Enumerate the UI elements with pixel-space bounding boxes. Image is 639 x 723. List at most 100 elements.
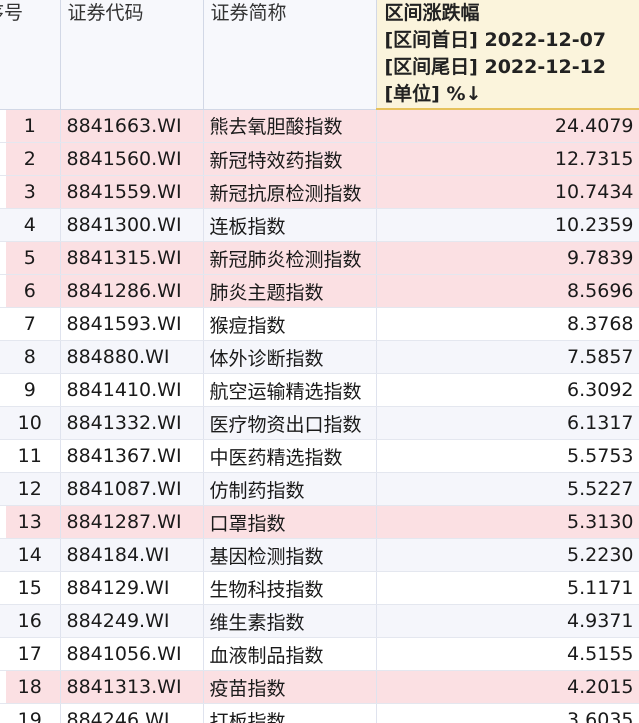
change-header-title: 区间涨跌幅	[384, 2, 480, 24]
table-row[interactable]: 2 8841560.WI 新冠特效药指数 12.7315	[0, 142, 639, 176]
cell-name: 基因检测指数	[203, 538, 377, 572]
cell-name: 血液制品指数	[203, 637, 377, 671]
cell-change: 6.1317	[376, 406, 639, 440]
cell-seq: 8	[0, 340, 61, 374]
cell-change: 8.3768	[376, 307, 639, 341]
cell-name: 新冠特效药指数	[203, 142, 377, 176]
cell-code: 8841286.WI	[60, 274, 204, 308]
column-header-seq-label: 序号	[0, 2, 24, 24]
cell-name: 口罩指数	[203, 505, 377, 539]
cell-seq: 4	[0, 208, 61, 242]
cell-code: 884246.WI	[60, 703, 204, 723]
cell-change: 8.5696	[376, 274, 639, 308]
cell-seq: 2	[0, 142, 61, 176]
cell-code: 884249.WI	[60, 604, 204, 638]
table-row[interactable]: 4 8841300.WI 连板指数 10.2359	[0, 208, 639, 242]
table-row[interactable]: 1 8841663.WI 熊去氧胆酸指数 24.4079	[0, 109, 639, 143]
table-row[interactable]: 13 8841287.WI 口罩指数 5.3130	[0, 505, 639, 539]
cell-change: 6.3092	[376, 373, 639, 407]
table-row[interactable]: 16 884249.WI 维生素指数 4.9371	[0, 604, 639, 638]
cell-name: 肺炎主题指数	[203, 274, 377, 308]
cell-change: 10.2359	[376, 208, 639, 242]
cell-name: 中医药精选指数	[203, 439, 377, 473]
cell-change: 10.7434	[376, 175, 639, 209]
table-row[interactable]: 6 8841286.WI 肺炎主题指数 8.5696	[0, 274, 639, 308]
cell-name: 生物科技指数	[203, 571, 377, 605]
cell-seq: 18	[0, 670, 61, 704]
cell-code: 884880.WI	[60, 340, 204, 374]
cell-code: 8841559.WI	[60, 175, 204, 209]
cell-seq: 19	[0, 703, 61, 723]
cell-seq: 6	[0, 274, 61, 308]
cell-change: 5.2230	[376, 538, 639, 572]
cell-code: 8841663.WI	[60, 109, 204, 143]
change-header-unit-sort: [单位] %↓	[384, 83, 482, 105]
table-row[interactable]: 7 8841593.WI 猴痘指数 8.3768	[0, 307, 639, 341]
cell-seq: 5	[0, 241, 61, 275]
table-row[interactable]: 19 884246.WI 打板指数 3.6035	[0, 703, 639, 723]
cell-seq: 1	[0, 109, 61, 143]
header-row: 序号 证券代码 证券简称 区间涨跌幅 [区间首日] 2022-12-07 [区间…	[0, 0, 639, 110]
cell-seq: 14	[0, 538, 61, 572]
table-row[interactable]: 10 8841332.WI 医疗物资出口指数 6.1317	[0, 406, 639, 440]
cell-code: 8841560.WI	[60, 142, 204, 176]
column-header-name-label: 证券简称	[210, 2, 287, 24]
cell-name: 航空运输精选指数	[203, 373, 377, 407]
cell-change: 5.5227	[376, 472, 639, 506]
cell-name: 熊去氧胆酸指数	[203, 109, 377, 143]
column-header-code[interactable]: 证券代码	[60, 0, 204, 110]
cell-name: 医疗物资出口指数	[203, 406, 377, 440]
index-ranking-grid: 序号 证券代码 证券简称 区间涨跌幅 [区间首日] 2022-12-07 [区间…	[0, 0, 639, 723]
cell-code: 8841313.WI	[60, 670, 204, 704]
index-table: 序号 证券代码 证券简称 区间涨跌幅 [区间首日] 2022-12-07 [区间…	[0, 0, 639, 723]
cell-name: 打板指数	[203, 703, 377, 723]
cell-code: 8841287.WI	[60, 505, 204, 539]
column-header-change-sorted[interactable]: 区间涨跌幅 [区间首日] 2022-12-07 [区间尾日] 2022-12-1…	[375, 0, 639, 110]
cell-seq: 10	[0, 406, 61, 440]
cell-name: 猴痘指数	[203, 307, 377, 341]
table-row[interactable]: 9 8841410.WI 航空运输精选指数 6.3092	[0, 373, 639, 407]
cell-change: 5.3130	[376, 505, 639, 539]
cell-change: 9.7839	[376, 241, 639, 275]
cell-seq: 15	[0, 571, 61, 605]
cell-code: 884184.WI	[60, 538, 204, 572]
column-header-seq[interactable]: 序号	[0, 0, 61, 110]
table-header: 序号 证券代码 证券简称 区间涨跌幅 [区间首日] 2022-12-07 [区间…	[0, 0, 639, 110]
cell-name: 仿制药指数	[203, 472, 377, 506]
table-row[interactable]: 5 8841315.WI 新冠肺炎检测指数 9.7839	[0, 241, 639, 275]
cell-change: 12.7315	[376, 142, 639, 176]
change-header-start-date: [区间首日] 2022-12-07	[384, 29, 607, 51]
cell-change: 3.6035	[376, 703, 639, 723]
cell-seq: 16	[0, 604, 61, 638]
cell-seq: 7	[0, 307, 61, 341]
table-row[interactable]: 17 8841056.WI 血液制品指数 4.5155	[0, 637, 639, 671]
cell-seq: 11	[0, 439, 61, 473]
cell-change: 24.4079	[376, 109, 639, 143]
table-row[interactable]: 14 884184.WI 基因检测指数 5.2230	[0, 538, 639, 572]
cell-change: 4.9371	[376, 604, 639, 638]
cell-name: 连板指数	[203, 208, 377, 242]
cell-name: 体外诊断指数	[203, 340, 377, 374]
cell-code: 8841410.WI	[60, 373, 204, 407]
table-row[interactable]: 8 884880.WI 体外诊断指数 7.5857	[0, 340, 639, 374]
cell-name: 疫苗指数	[203, 670, 377, 704]
cell-code: 8841300.WI	[60, 208, 204, 242]
table-row[interactable]: 18 8841313.WI 疫苗指数 4.2015	[0, 670, 639, 704]
table-row[interactable]: 11 8841367.WI 中医药精选指数 5.5753	[0, 439, 639, 473]
cell-seq: 13	[0, 505, 61, 539]
table-row[interactable]: 15 884129.WI 生物科技指数 5.1171	[0, 571, 639, 605]
cell-change: 4.2015	[376, 670, 639, 704]
cell-change: 7.5857	[376, 340, 639, 374]
cell-code: 884129.WI	[60, 571, 204, 605]
cell-seq: 12	[0, 472, 61, 506]
cell-code: 8841056.WI	[60, 637, 204, 671]
column-header-code-label: 证券代码	[67, 2, 144, 24]
table-row[interactable]: 3 8841559.WI 新冠抗原检测指数 10.7434	[0, 175, 639, 209]
cell-change: 5.5753	[376, 439, 639, 473]
cell-seq: 9	[0, 373, 61, 407]
column-header-name[interactable]: 证券简称	[203, 0, 377, 110]
cell-code: 8841315.WI	[60, 241, 204, 275]
cell-name: 新冠抗原检测指数	[203, 175, 377, 209]
table-body: 1 8841663.WI 熊去氧胆酸指数 24.4079 2 8841560.WI 新冠特效…	[0, 109, 639, 723]
table-row[interactable]: 12 8841087.WI 仿制药指数 5.5227	[0, 472, 639, 506]
